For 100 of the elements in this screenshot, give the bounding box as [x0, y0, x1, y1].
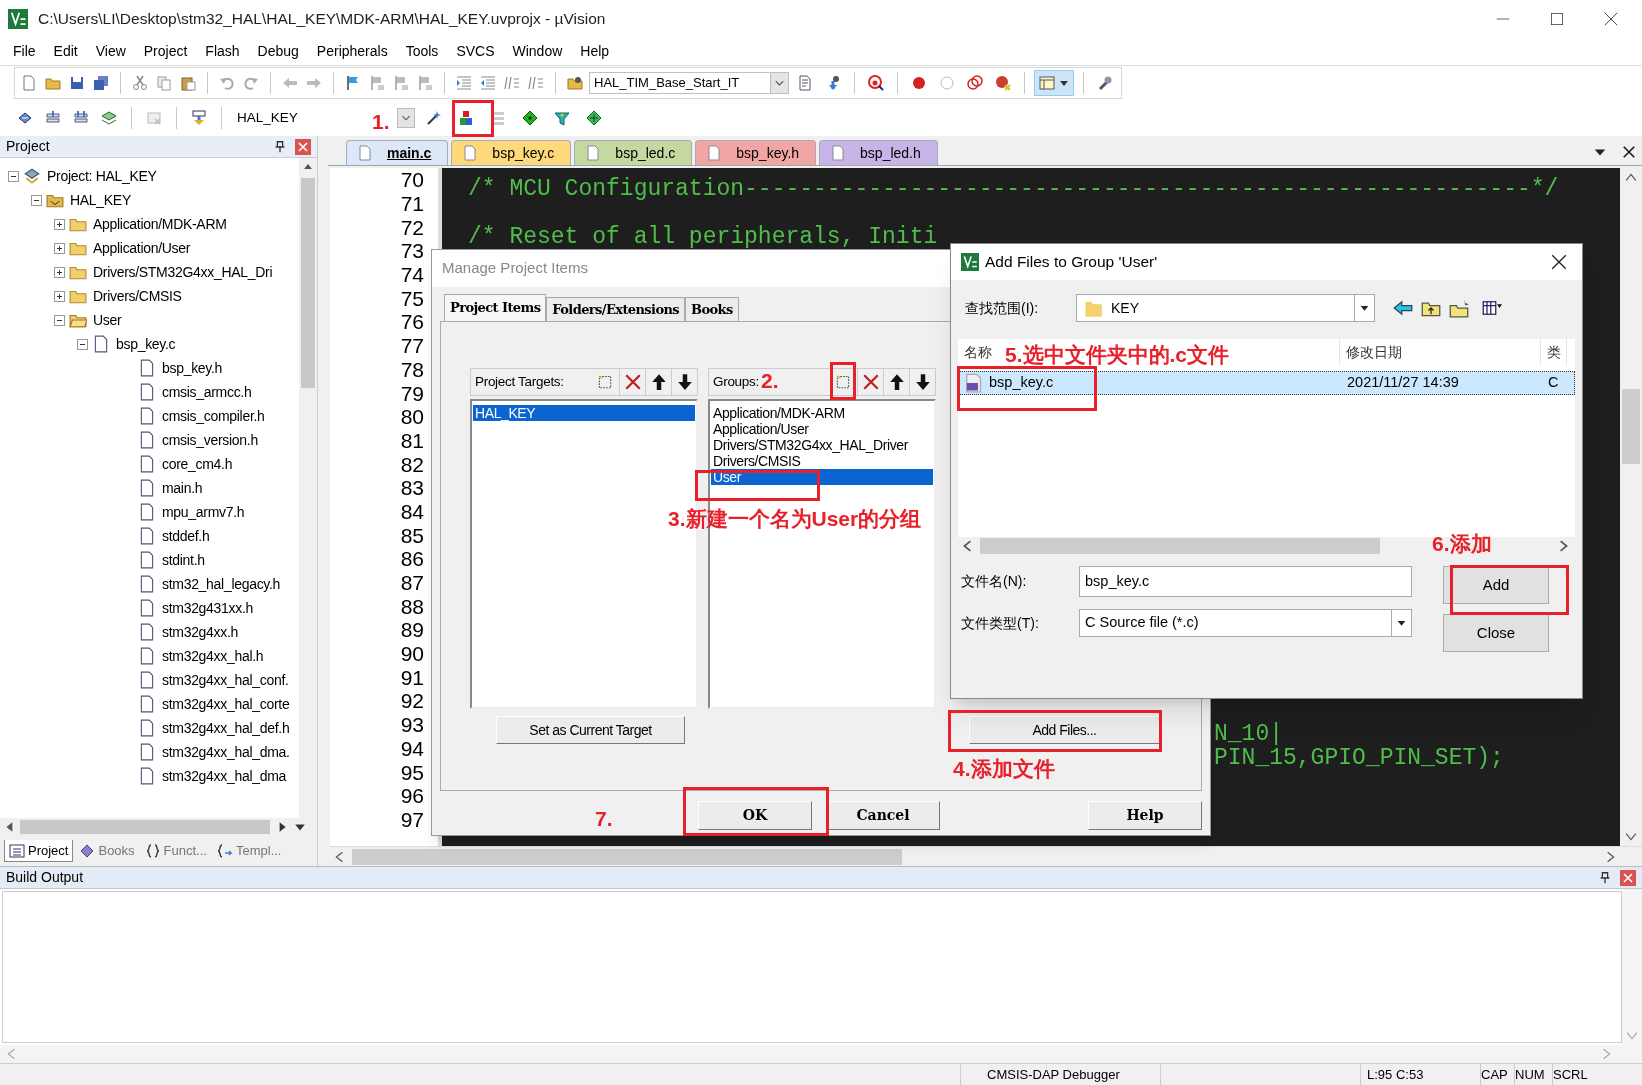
tree-item[interactable]: User	[93, 309, 122, 331]
scrollbar-thumb[interactable]	[980, 538, 1380, 554]
expand-icon[interactable]	[54, 290, 65, 302]
menu-item[interactable]: SVCS	[447, 41, 504, 62]
horizontal-scrollbar[interactable]	[330, 846, 1642, 866]
batch-build-icon[interactable]	[101, 110, 117, 126]
document-search-icon[interactable]	[797, 75, 813, 91]
list-item[interactable]: Drivers/CMSIS	[711, 453, 933, 469]
close-icon[interactable]	[1622, 145, 1636, 159]
tree-item[interactable]: cmsis_compiler.h	[162, 405, 265, 427]
tree-item[interactable]: Drivers/CMSIS	[93, 285, 182, 307]
tree-item[interactable]: Project: HAL_KEY	[47, 165, 157, 187]
menu-item[interactable]: Help	[571, 41, 619, 62]
editor-tab[interactable]: bsp_led.h	[819, 140, 938, 165]
tree-item[interactable]: stdint.h	[162, 549, 205, 571]
tree-item[interactable]: stm32g4xx_hal_conf.	[162, 669, 289, 691]
button[interactable]: Add	[1443, 566, 1549, 604]
pin-icon[interactable]	[273, 139, 287, 154]
vertical-scrollbar[interactable]	[299, 158, 317, 818]
cut-icon[interactable]	[132, 75, 148, 91]
magic-wand-icon[interactable]	[426, 110, 442, 126]
collapse-icon[interactable]	[31, 194, 42, 206]
scroll-up-icon[interactable]	[1625, 172, 1637, 184]
scroll-left-icon[interactable]	[334, 850, 346, 863]
new-folder-icon[interactable]	[1449, 298, 1469, 318]
editor-tab[interactable]: bsp_led.c	[574, 140, 693, 165]
tree-item[interactable]: stm32g4xx_hal_dma.	[162, 741, 290, 763]
find-folder-icon[interactable]	[567, 75, 583, 91]
menu-item[interactable]: Edit	[44, 41, 87, 62]
expand-icon[interactable]	[54, 218, 65, 230]
scroll-down-icon[interactable]	[1625, 830, 1637, 842]
scrollbar-thumb[interactable]	[301, 178, 315, 388]
file-type-dropdown[interactable]: C Source file (*.c)	[1079, 609, 1412, 637]
breakpoint-remove-icon[interactable]	[995, 75, 1011, 91]
editor-tab[interactable]: bsp_key.h	[695, 140, 817, 165]
button[interactable]: Set as Current Target	[496, 716, 685, 744]
list-item[interactable]: Drivers/STM32G4xx_HAL_Driver	[711, 437, 933, 453]
list-item[interactable]: HAL_KEY	[473, 405, 695, 421]
scrollbar-thumb[interactable]	[1622, 389, 1640, 464]
collapse-icon[interactable]	[54, 314, 65, 326]
tree-item[interactable]: Application/MDK-ARM	[93, 213, 227, 235]
menu-item[interactable]: Flash	[196, 41, 249, 62]
colored-blocks-icon[interactable]	[458, 110, 474, 126]
tree-item[interactable]: mpu_armv7.h	[162, 501, 245, 523]
button[interactable]: Help	[1088, 801, 1202, 830]
button[interactable]: Cancel	[826, 801, 940, 830]
flag-icon[interactable]	[345, 75, 361, 91]
funnel-icon[interactable]	[554, 110, 570, 126]
tree-item[interactable]: stddef.h	[162, 525, 210, 547]
build-icon[interactable]	[45, 110, 61, 126]
tree-item[interactable]: stm32g4xx.h	[162, 621, 239, 643]
panel-tab[interactable]: Templ...	[212, 840, 286, 862]
caret-icon[interactable]	[1059, 78, 1069, 88]
back-arrow-icon[interactable]	[1393, 298, 1413, 318]
dialog-tab[interactable]: Folders/Extensions	[546, 297, 686, 321]
indent-icon[interactable]	[456, 75, 472, 91]
menu-item[interactable]: File	[4, 41, 45, 62]
expand-icon[interactable]	[54, 242, 65, 254]
button[interactable]: OK	[698, 801, 812, 830]
comment-icon[interactable]	[504, 75, 520, 91]
tree-item[interactable]: stm32g4xx_hal_dma	[162, 765, 287, 787]
menu-item[interactable]: Window	[503, 41, 572, 62]
scroll-right-icon[interactable]	[1604, 850, 1616, 863]
tree-item[interactable]: Drivers/STM32G4xx_HAL_Dri	[93, 261, 273, 283]
open-folder-icon[interactable]	[45, 75, 61, 91]
menu-item[interactable]: Debug	[248, 41, 308, 62]
tree-item[interactable]: stm32g4xx_hal.h	[162, 645, 264, 667]
paste-icon[interactable]	[180, 75, 196, 91]
wrench-icon[interactable]	[1097, 75, 1113, 91]
comment-icon[interactable]	[528, 75, 544, 91]
dialog-tab[interactable]: Project Items	[444, 294, 547, 321]
scroll-right-icon[interactable]	[1557, 540, 1569, 552]
debug-search-icon[interactable]	[868, 75, 884, 91]
button[interactable]: Close	[1443, 614, 1549, 652]
tree-item[interactable]: main.h	[162, 477, 203, 499]
editor-tab[interactable]: bsp_key.c	[451, 140, 572, 165]
button[interactable]: Add Files...	[969, 716, 1160, 744]
menu-item[interactable]: View	[86, 41, 135, 62]
tree-item[interactable]: stm32g4xx_hal_def.h	[162, 717, 290, 739]
editor-tab[interactable]: main.c	[346, 140, 449, 165]
list-item[interactable]: User	[711, 469, 933, 485]
tree-item[interactable]: stm32_hal_legacy.h	[162, 573, 281, 595]
new-file-icon[interactable]	[21, 75, 37, 91]
close-icon[interactable]	[1550, 253, 1568, 271]
collapse-icon[interactable]	[77, 338, 88, 350]
tree-item[interactable]: stm32g431xx.h	[162, 597, 254, 619]
scrollbar-thumb[interactable]	[352, 848, 902, 865]
panel-tab[interactable]: Project	[4, 840, 74, 862]
panel-tab[interactable]: Books	[75, 840, 139, 862]
folder-dropdown[interactable]: KEY	[1076, 294, 1375, 322]
save-all-icon[interactable]	[93, 75, 109, 91]
scroll-up-icon[interactable]	[303, 162, 313, 172]
scrollbar-thumb[interactable]	[20, 820, 270, 834]
tree-item[interactable]: bsp_key.c	[116, 333, 176, 355]
tree-item[interactable]: cmsis_armcc.h	[162, 381, 252, 403]
horizontal-scrollbar[interactable]	[0, 818, 317, 836]
expand-icon[interactable]	[54, 266, 65, 278]
tree-item[interactable]: HAL_KEY	[70, 189, 131, 211]
dialog-tab[interactable]: Books	[685, 297, 739, 321]
download-icon[interactable]	[191, 110, 207, 126]
